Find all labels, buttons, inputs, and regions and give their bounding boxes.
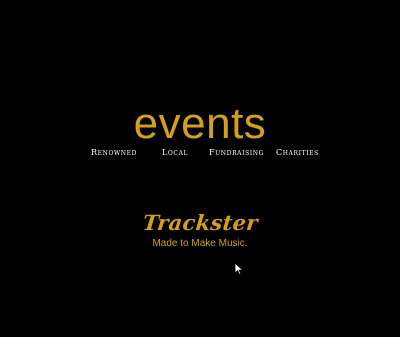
nav-item-fundraising[interactable]: Fundraising [209,146,264,160]
nav-item-charities[interactable]: Charities [276,146,319,160]
nav-item-renowned[interactable]: Renowned [91,146,137,160]
mouse-pointer-icon [234,262,243,275]
events-page: events Renowned Local Fundraising Charit… [0,0,400,337]
brand-name: Trackster [141,210,259,235]
nav-item-local[interactable]: Local [162,146,188,160]
brand-tagline: Made to Make Music. [152,238,248,249]
brand-logo: Trackster [0,210,400,236]
page-title: events [133,99,267,148]
category-nav: Renowned Local Fundraising Charities [0,146,400,160]
